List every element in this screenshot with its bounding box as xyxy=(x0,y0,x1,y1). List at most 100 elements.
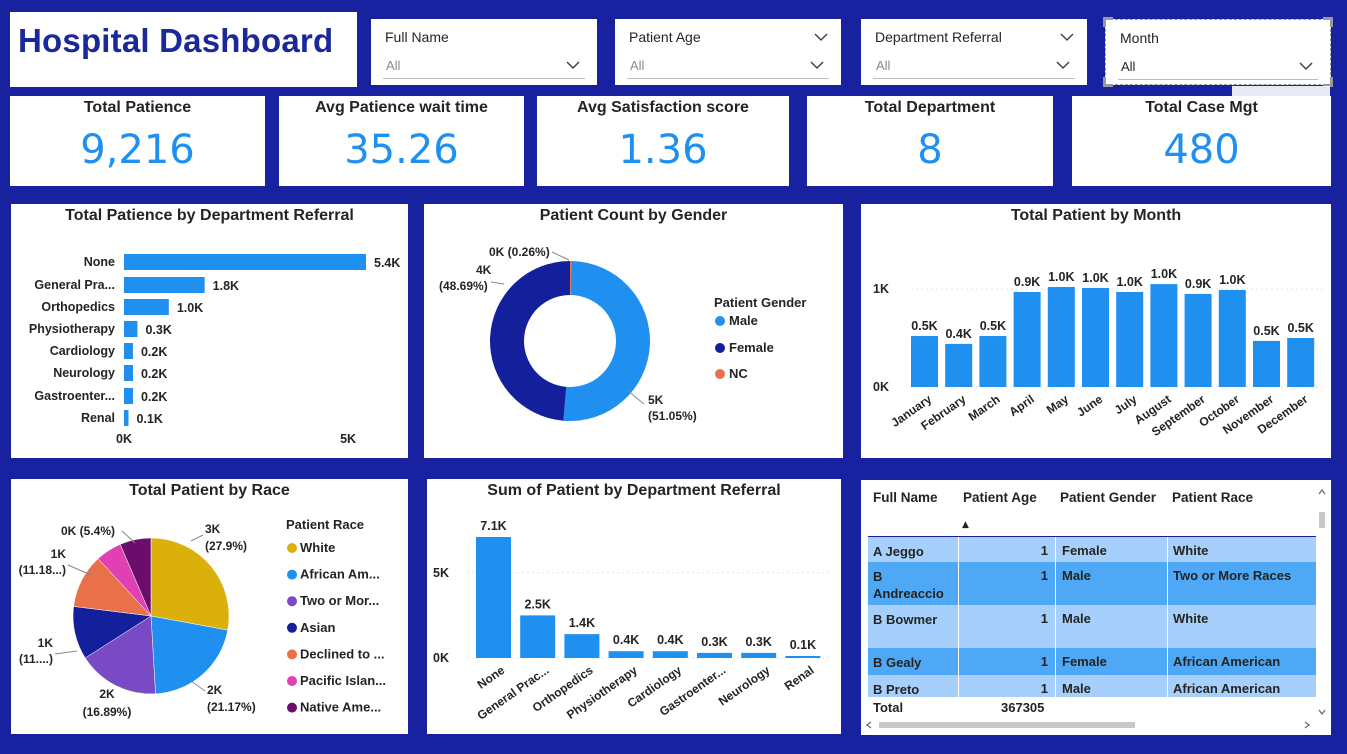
data-label: 5K xyxy=(648,393,664,407)
table-row[interactable]: B Bowmer 1 Male White xyxy=(868,605,1316,648)
data-label: 1.0K xyxy=(1082,271,1108,285)
donut-chart-svg: 0K (0.26%) 4K (48.69%) 5K (51.05%) Patient Ge… xyxy=(439,245,806,423)
cell-patient-race: African American xyxy=(1173,681,1281,696)
kpi-value: 480 xyxy=(1163,127,1240,173)
scroll-thumb[interactable] xyxy=(1319,512,1325,528)
bar xyxy=(697,652,732,658)
legend-marker xyxy=(715,369,725,379)
table-row[interactable]: B Gealy 1 Female African American xyxy=(868,648,1316,675)
scroll-right-icon[interactable] xyxy=(1303,720,1311,730)
x-tick-label: None xyxy=(475,663,508,692)
x-tick-label: 0K xyxy=(116,432,132,446)
column-header-patient-gender[interactable]: Patient Gender xyxy=(1060,490,1156,505)
department-referral-dropdown[interactable]: All xyxy=(873,53,1075,79)
legend-marker xyxy=(287,649,297,660)
chart-race-pie: Total Patient by Race 3K (27.9%) 2K (21.17%… xyxy=(11,479,408,734)
data-label: 0.4K xyxy=(657,633,683,647)
bar xyxy=(608,651,644,658)
table-row[interactable]: B Preto 1 Male African American xyxy=(868,675,1316,697)
donut-slice xyxy=(490,261,570,421)
column-divider xyxy=(1055,537,1056,562)
data-label: 2.5K xyxy=(524,597,550,611)
legend-label: Pacific Islan... xyxy=(300,673,386,688)
bar xyxy=(1253,340,1280,387)
bar xyxy=(124,321,138,337)
vertical-scrollbar[interactable] xyxy=(1317,488,1327,716)
leader-line xyxy=(67,564,92,576)
data-label: 3K xyxy=(205,522,221,536)
bar xyxy=(1287,338,1315,387)
x-tick-label: June xyxy=(1074,392,1105,420)
sort-ascending-icon[interactable]: ▲ xyxy=(962,520,969,530)
legend-label: Two or Mor... xyxy=(300,593,379,608)
scroll-thumb[interactable] xyxy=(879,722,1135,728)
full-name-dropdown[interactable]: All xyxy=(383,53,585,79)
slicer-department-referral[interactable]: Department Referral All xyxy=(861,19,1087,85)
table-row[interactable]: A Jeggo 1 Female White xyxy=(868,536,1316,562)
category-label: Orthopedics xyxy=(41,300,115,314)
slicer-month[interactable]: Month All xyxy=(1103,17,1333,87)
kpi-value: 8 xyxy=(917,127,943,173)
cell-patient-gender: Male xyxy=(1062,611,1091,626)
legend-marker xyxy=(287,596,297,607)
legend-marker xyxy=(287,569,297,580)
category-label: Gastroenter... xyxy=(34,389,115,403)
kpi-label: Total Patience xyxy=(83,99,192,116)
cell-patient-gender: Male xyxy=(1062,568,1091,583)
x-tick-label: April xyxy=(1006,392,1036,419)
chart-patient-by-month: Total Patient by Month 0K 1K 0.5K January 0.… xyxy=(861,204,1331,458)
kpi-label: Total Case Mgt xyxy=(1145,99,1258,116)
bar xyxy=(124,277,205,293)
cell-patient-gender: Female xyxy=(1062,654,1107,669)
horizontal-scrollbar[interactable] xyxy=(865,720,1311,730)
resize-handle[interactable] xyxy=(1103,77,1113,87)
data-label: 0.9K xyxy=(1185,277,1211,291)
bar xyxy=(476,537,511,658)
column-header-patient-age[interactable]: Patient Age xyxy=(963,490,1037,505)
bar xyxy=(785,656,821,658)
bar xyxy=(1047,287,1075,387)
data-label: (51.05%) xyxy=(648,409,697,423)
resize-handle[interactable] xyxy=(1103,17,1113,27)
cell-patient-age: 1 xyxy=(1040,654,1048,669)
cell-full-name: B Preto xyxy=(873,682,920,697)
data-label: (21.17%) xyxy=(207,700,256,714)
column-divider xyxy=(958,605,959,648)
legend-marker xyxy=(287,543,297,553)
legend-label: Female xyxy=(729,340,774,355)
data-label: 0.3K xyxy=(701,635,727,649)
kpi-total-department: Total Department 8 xyxy=(807,96,1053,186)
scroll-left-icon[interactable] xyxy=(865,720,873,730)
column-header-patient-race[interactable]: Patient Race xyxy=(1172,490,1253,505)
cell-patient-race: African American xyxy=(1173,654,1281,669)
y-tick-label: 0K xyxy=(433,651,449,665)
resize-handle[interactable] xyxy=(1323,17,1333,27)
category-label: General Pra... xyxy=(34,278,115,292)
chart-title: Total Patience by Department Referral xyxy=(65,207,354,224)
chevron-down-icon[interactable] xyxy=(1059,31,1075,43)
data-label: (27.9%) xyxy=(205,539,247,553)
bar xyxy=(1082,288,1109,387)
chevron-down-icon[interactable] xyxy=(813,31,829,43)
bar xyxy=(979,336,1007,387)
scroll-up-icon[interactable] xyxy=(1317,488,1327,496)
x-tick-label: March xyxy=(966,392,1003,424)
kpi-value: 1.36 xyxy=(618,127,708,173)
slicer-full-name[interactable]: Full Name All xyxy=(371,19,597,85)
data-label: 0.1K xyxy=(790,638,816,652)
kpi-value: 35.26 xyxy=(344,127,459,173)
month-dropdown[interactable]: All xyxy=(1118,54,1318,80)
scroll-down-icon[interactable] xyxy=(1317,708,1327,716)
data-label: 0.5K xyxy=(911,319,937,333)
data-label: 0.2K xyxy=(141,390,167,404)
slicer-patient-age[interactable]: Patient Age All xyxy=(615,19,841,85)
table-row[interactable]: B Andreaccio 1 Male Two or More Races xyxy=(868,562,1316,605)
column-header-full-name[interactable]: Full Name xyxy=(873,490,938,505)
column-divider xyxy=(1167,537,1168,562)
data-label: (16.89%) xyxy=(83,705,132,719)
legend-marker xyxy=(287,676,297,686)
patient-age-dropdown[interactable]: All xyxy=(627,53,829,79)
data-label: 0K (0.26%) xyxy=(489,245,550,259)
legend-label: White xyxy=(300,540,335,555)
legend-label: Asian xyxy=(300,620,335,635)
